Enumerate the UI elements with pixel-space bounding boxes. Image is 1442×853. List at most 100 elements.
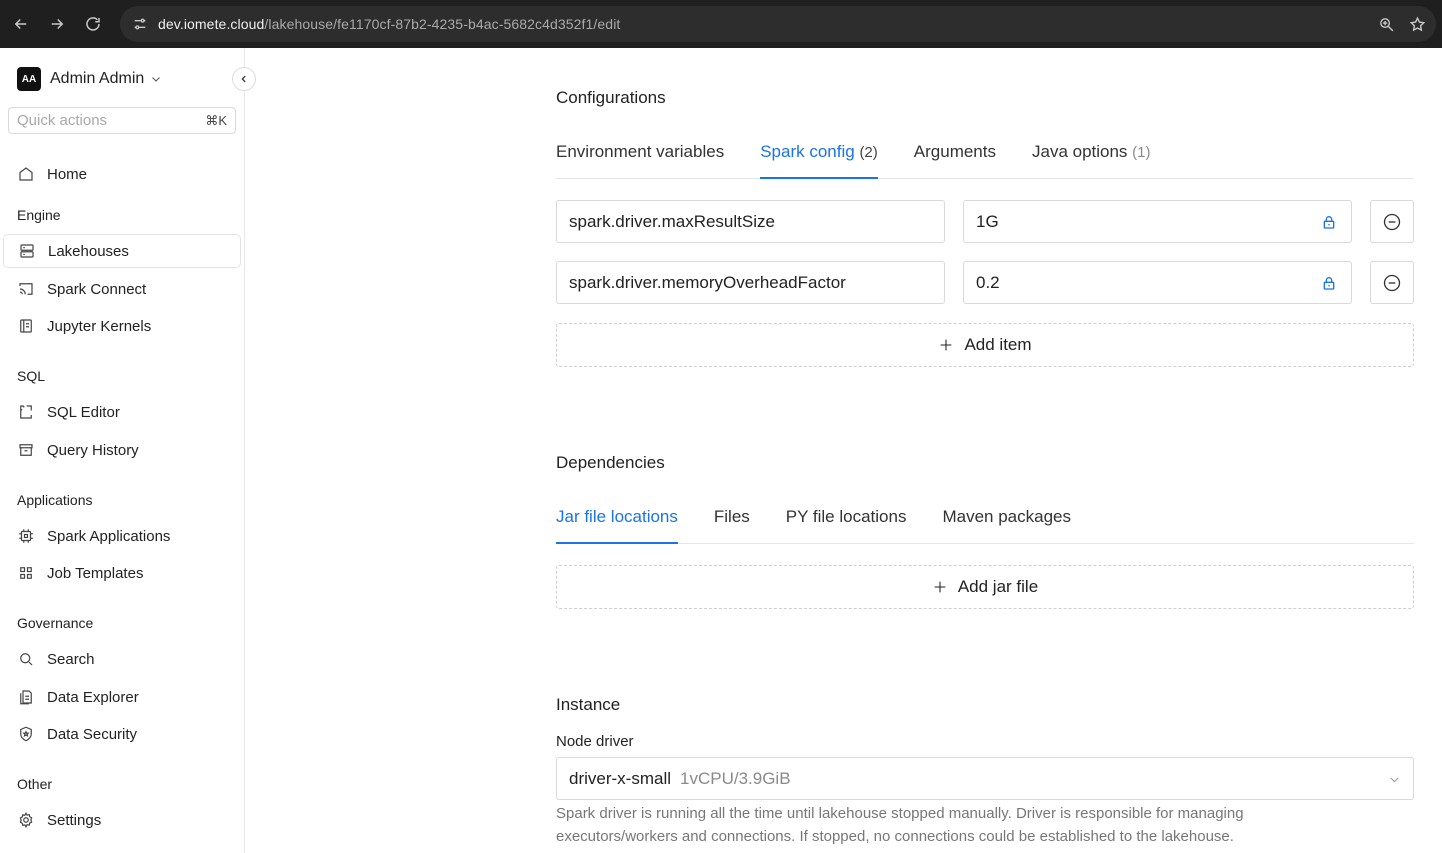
config-value-input[interactable]: 1G xyxy=(963,200,1352,243)
browser-toolbar: dev.iomete.cloud/lakehouse/fe1170cf-87b2… xyxy=(0,0,1442,48)
sidebar-item-label: Query History xyxy=(47,441,139,459)
home-icon xyxy=(19,167,33,181)
back-arrow-icon[interactable] xyxy=(3,6,39,42)
archive-icon xyxy=(19,444,33,456)
minus-circle-icon xyxy=(1383,274,1401,291)
dependencies-tabs: Jar file locations Files PY file locatio… xyxy=(556,507,1414,544)
node-driver-select[interactable]: driver-x-small 1vCPU/3.9GiB xyxy=(556,757,1414,800)
config-value-value: 1G xyxy=(976,211,999,231)
lock-icon[interactable] xyxy=(1321,274,1337,292)
lock-icon[interactable] xyxy=(1321,213,1337,231)
node-driver-value: driver-x-small xyxy=(569,768,671,788)
quick-actions-shortcut: ⌘K xyxy=(205,112,227,128)
remove-config-button[interactable] xyxy=(1370,200,1414,243)
sidebar-item-sql-editor[interactable]: SQL Editor xyxy=(3,395,241,429)
config-value-value: 0.2 xyxy=(976,272,1000,292)
main-content: Configurations Environment variables Spa… xyxy=(245,48,1442,853)
sidebar-item-label: Home xyxy=(47,165,88,183)
zoom-icon[interactable] xyxy=(1378,16,1395,33)
instance-title: Instance xyxy=(556,695,621,714)
sidebar-item-query-history[interactable]: Query History xyxy=(3,433,241,467)
sidebar-item-label: Settings xyxy=(47,811,102,829)
sidebar-item-label: Job Templates xyxy=(47,564,144,582)
sidebar-item-label: Data Security xyxy=(47,725,138,743)
tab-count: (1) xyxy=(1132,144,1151,161)
gear-icon xyxy=(19,812,33,828)
sidebar-item-label: Jupyter Kernels xyxy=(47,317,152,335)
reload-icon[interactable] xyxy=(75,6,111,42)
address-bar[interactable]: dev.iomete.cloud/lakehouse/fe1170cf-87b2… xyxy=(120,6,1436,42)
tab-arguments[interactable]: Arguments xyxy=(914,142,996,178)
tab-spark-config[interactable]: Spark config (2) xyxy=(760,142,878,179)
tab-environment-variables[interactable]: Environment variables xyxy=(556,142,724,178)
tab-label: Jar file locations xyxy=(556,507,678,526)
editor-icon xyxy=(20,405,32,419)
plus-icon xyxy=(934,581,946,593)
site-settings-icon[interactable] xyxy=(132,16,148,32)
dependencies-title: Dependencies xyxy=(556,453,665,472)
config-value-input[interactable]: 0.2 xyxy=(963,261,1352,304)
chevron-left-icon xyxy=(241,75,246,83)
chip-icon xyxy=(19,529,33,543)
config-key-input[interactable]: spark.driver.memoryOverheadFactor xyxy=(556,261,945,304)
tab-label: Arguments xyxy=(913,142,996,161)
tab-label: Files xyxy=(713,507,750,526)
sidebar-item-lakehouses[interactable]: Lakehouses xyxy=(3,234,241,268)
section-other: Other xyxy=(17,776,53,792)
section-sql: SQL xyxy=(17,368,46,384)
remove-config-button[interactable] xyxy=(1370,261,1414,304)
forward-arrow-icon[interactable] xyxy=(39,6,75,42)
collapse-sidebar-button[interactable] xyxy=(232,67,256,91)
sidebar-item-label: SQL Editor xyxy=(47,403,120,421)
grid-icon xyxy=(20,567,32,579)
search-icon xyxy=(20,653,33,666)
tab-maven-packages[interactable]: Maven packages xyxy=(942,507,1071,543)
chevron-down-icon xyxy=(152,77,161,82)
user-menu[interactable]: AA Admin Admin xyxy=(17,67,162,91)
sidebar-item-jupyter-kernels[interactable]: Jupyter Kernels xyxy=(3,309,241,343)
sidebar-item-label: Search xyxy=(47,650,95,668)
notebook-icon xyxy=(20,319,32,333)
tab-py-file-locations[interactable]: PY file locations xyxy=(786,507,907,543)
url-text[interactable]: dev.iomete.cloud/lakehouse/fe1170cf-87b2… xyxy=(158,16,620,32)
tab-jar-file-locations[interactable]: Jar file locations xyxy=(556,507,678,544)
sidebar-item-spark-connect[interactable]: Spark Connect xyxy=(3,272,241,306)
sidebar-item-data-explorer[interactable]: Data Explorer xyxy=(3,680,241,714)
server-icon xyxy=(20,244,34,258)
sidebar: AA Admin Admin Quick actions ⌘K Home Eng… xyxy=(0,48,245,853)
add-item-label: Add item xyxy=(964,335,1032,354)
configurations-tabs: Environment variables Spark config (2) A… xyxy=(556,142,1414,179)
sidebar-item-label: Lakehouses xyxy=(48,242,129,260)
sidebar-item-spark-applications[interactable]: Spark Applications xyxy=(3,519,241,553)
user-name: Admin Admin xyxy=(50,70,145,87)
tab-label: Java options xyxy=(1031,142,1128,161)
section-governance: Governance xyxy=(17,615,94,631)
config-key-input[interactable]: spark.driver.maxResultSize xyxy=(556,200,945,243)
minus-circle-icon xyxy=(1383,213,1401,230)
sidebar-item-search[interactable]: Search xyxy=(3,642,241,676)
tab-label: PY file locations xyxy=(785,507,907,526)
config-key-value: spark.driver.maxResultSize xyxy=(569,211,775,231)
sidebar-item-home[interactable]: Home xyxy=(3,157,241,191)
tab-label: Maven packages xyxy=(942,507,1071,526)
sidebar-item-label: Spark Connect xyxy=(47,280,147,298)
tab-files[interactable]: Files xyxy=(714,507,750,543)
tab-java-options[interactable]: Java options (1) xyxy=(1032,142,1151,178)
node-driver-help-text: Spark driver is running all the time unt… xyxy=(556,805,1244,845)
add-jar-file-label: Add jar file xyxy=(957,577,1039,596)
config-key-value: spark.driver.memoryOverheadFactor xyxy=(569,272,846,292)
bookmark-star-icon[interactable] xyxy=(1409,15,1426,33)
chevron-down-icon xyxy=(1390,777,1399,783)
add-item-button[interactable]: Add item xyxy=(556,323,1414,367)
tab-count: (2) xyxy=(859,144,878,161)
sidebar-item-data-security[interactable]: Data Security xyxy=(3,717,241,751)
node-driver-label: Node driver xyxy=(556,733,634,750)
quick-actions-input[interactable]: Quick actions ⌘K xyxy=(8,107,236,134)
section-applications: Applications xyxy=(17,492,93,508)
sidebar-item-settings[interactable]: Settings xyxy=(3,803,241,837)
avatar: AA xyxy=(17,67,41,91)
sidebar-item-label: Data Explorer xyxy=(47,688,139,706)
add-jar-file-button[interactable]: Add jar file xyxy=(556,565,1414,609)
sidebar-item-job-templates[interactable]: Job Templates xyxy=(3,556,241,590)
section-engine: Engine xyxy=(17,207,61,223)
